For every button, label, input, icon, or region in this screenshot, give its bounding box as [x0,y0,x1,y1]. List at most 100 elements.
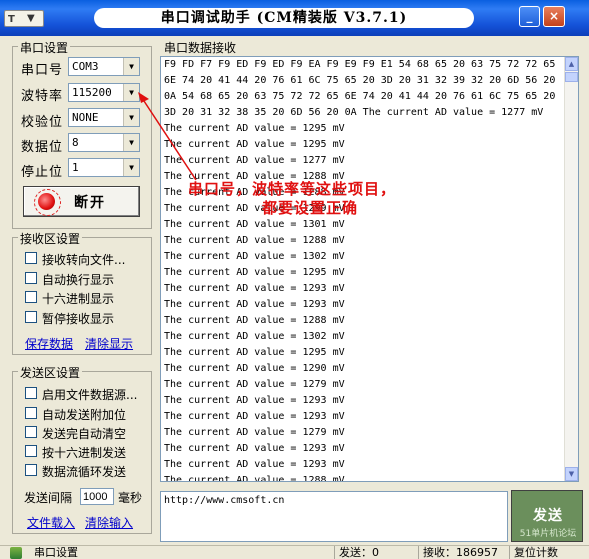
status-sent: 发送：0 [334,546,379,559]
disconnect-button-label: 断开 [74,195,106,211]
receive-line: 0A 54 68 65 20 63 75 72 72 65 6E 74 20 4… [164,91,556,102]
receive-line: The current AD value = 1295 mV [164,139,345,150]
disconnect-button[interactable]: 断开 [23,186,140,217]
checkbox-box[interactable] [25,464,37,476]
receive-line: The current AD value = 1293 mV [164,443,345,454]
parity-value: NONE [72,111,99,124]
serial-settings-title: 串口设置 [18,39,71,56]
status-port: 串口设置 [34,546,78,559]
file-source-label: 启用文件数据源... [42,388,138,402]
receive-textarea[interactable]: F9 FD F7 F9 ED F9 ED F9 EA F9 E9 F9 E1 5… [160,56,579,482]
receive-line: The current AD value = 1293 mV [164,299,345,310]
load-file-link[interactable]: 文件载入 [27,514,75,531]
checkbox-box[interactable] [25,426,37,438]
receive-line: The current AD value = 1288 mV [164,475,345,482]
receive-line: 3D 20 31 32 38 35 20 6D 56 20 0A The cur… [164,107,544,118]
checkbox-box[interactable] [25,387,37,399]
annotation-line-2: 都要设置正确 [262,199,359,217]
app-icon: T [8,14,15,25]
clear-display-link[interactable]: 清除显示 [85,335,133,352]
receive-line: The current AD value = 1293 mV [164,283,345,294]
stopbits-value: 1 [72,161,79,174]
hex-send-label: 按十六进制发送 [42,446,127,460]
stopbits-select[interactable]: 1 ▼ [68,158,140,177]
receive-line: The current AD value = 1279 mV [164,379,345,390]
led-icon [34,189,61,216]
baud-value: 115200 [72,86,112,99]
receive-line: The current AD value = 1288 mV [164,315,345,326]
minimize-button[interactable]: _ [519,6,540,27]
send-settings-title: 发送区设置 [18,364,83,381]
interval-unit: 毫秒 [118,491,143,505]
close-button[interactable]: × [543,6,565,27]
auto-clear-label: 发送完自动清空 [42,427,127,441]
auto-wrap-label: 自动换行显示 [42,273,115,287]
pause-recv-label: 暂停接收显示 [42,312,115,326]
receive-line: The current AD value = 1301 mV [164,219,345,230]
checkbox-box[interactable] [25,252,37,264]
checkbox-box[interactable] [25,291,37,303]
receive-line: The current AD value = 1293 mV [164,395,345,406]
receive-lines: F9 FD F7 F9 ED F9 ED F9 EA F9 E9 F9 E1 5… [164,57,556,482]
receive-line: The current AD value = 1302 mV [164,251,345,262]
port-select[interactable]: COM3 ▼ [68,57,140,76]
receive-line: F9 FD F7 F9 ED F9 ED F9 EA F9 E9 F9 E1 5… [164,59,556,70]
send-input[interactable]: http://www.cmsoft.cn [160,491,508,542]
receive-line: 6E 74 20 41 44 20 76 61 6C 75 65 20 3D 2… [164,75,556,86]
clear-input-link[interactable]: 清除输入 [85,514,133,531]
title-bar[interactable]: T ▼ 串口调试助手 (CM精装版 V3.7.1) _ × [0,0,589,36]
receive-line: The current AD value = 1290 mV [164,363,345,374]
receive-line: The current AD value = 1295 mV [164,123,345,134]
chevron-down-icon[interactable]: ▼ [123,159,139,176]
baud-select[interactable]: 115200 ▼ [68,83,140,102]
chevron-down-icon[interactable]: ▼ [123,58,139,75]
port-status-icon [10,547,22,559]
send-button[interactable]: 发送 51单片机论坛 [511,490,583,542]
recv-data-title: 串口数据接收 [162,39,239,56]
vertical-scrollbar[interactable]: ▲ ▼ [564,57,578,481]
interval-label: 发送间隔 [24,491,73,505]
chevron-down-icon[interactable]: ▼ [123,84,139,101]
port-value: COM3 [72,60,99,73]
receive-line: The current AD value = 1302 mV [164,331,345,342]
receive-line: The current AD value = 1279 mV [164,427,345,438]
baud-label: 波特率 [21,89,64,104]
receive-line: The current AD value = 1293 mV [164,459,345,470]
annotation-line-1: 串口号，波特率等这些项目， [188,180,397,198]
recv-to-file-label: 接收转向文件... [42,253,126,267]
receive-line: The current AD value = 1277 mV [164,155,345,166]
receive-line: The current AD value = 1299 mV [164,203,345,214]
status-received: 接收：186957 [418,546,498,559]
port-label: 串口号 [21,63,64,78]
loop-send-label: 数据流循环发送 [42,465,127,479]
scroll-down-icon[interactable]: ▼ [565,467,578,481]
checkbox-box[interactable] [25,272,37,284]
window-title: 串口调试助手 (CM精装版 V3.7.1) [94,8,474,28]
save-data-link[interactable]: 保存数据 [25,335,73,352]
checkbox-box[interactable] [25,407,37,419]
databits-label: 数据位 [21,140,64,155]
receive-line: The current AD value = 1293 mV [164,411,345,422]
hex-display-label: 十六进制显示 [42,292,115,306]
scroll-thumb[interactable] [565,72,578,82]
parity-label: 校验位 [21,115,64,130]
parity-select[interactable]: NONE ▼ [68,108,140,127]
chevron-down-icon[interactable]: ▼ [123,109,139,126]
reset-count-button[interactable]: 复位计数 [509,546,558,559]
checkbox-box[interactable] [25,445,37,457]
chevron-down-icon: ▼ [27,13,35,24]
databits-value: 8 [72,136,79,149]
watermark: 51单片机论坛 [519,529,577,539]
databits-select[interactable]: 8 ▼ [68,133,140,152]
interval-input[interactable] [80,488,114,505]
scroll-up-icon[interactable]: ▲ [565,57,578,71]
receive-line: The current AD value = 1288 mV [164,235,345,246]
receive-line: The current AD value = 1295 mV [164,267,345,278]
checkbox-box[interactable] [25,311,37,323]
system-menu[interactable]: T ▼ [4,10,44,27]
auto-append-label: 自动发送附加位 [42,408,127,422]
recv-settings-title: 接收区设置 [18,230,83,247]
stopbits-label: 停止位 [21,165,64,180]
receive-line: The current AD value = 1295 mV [164,347,345,358]
chevron-down-icon[interactable]: ▼ [123,134,139,151]
